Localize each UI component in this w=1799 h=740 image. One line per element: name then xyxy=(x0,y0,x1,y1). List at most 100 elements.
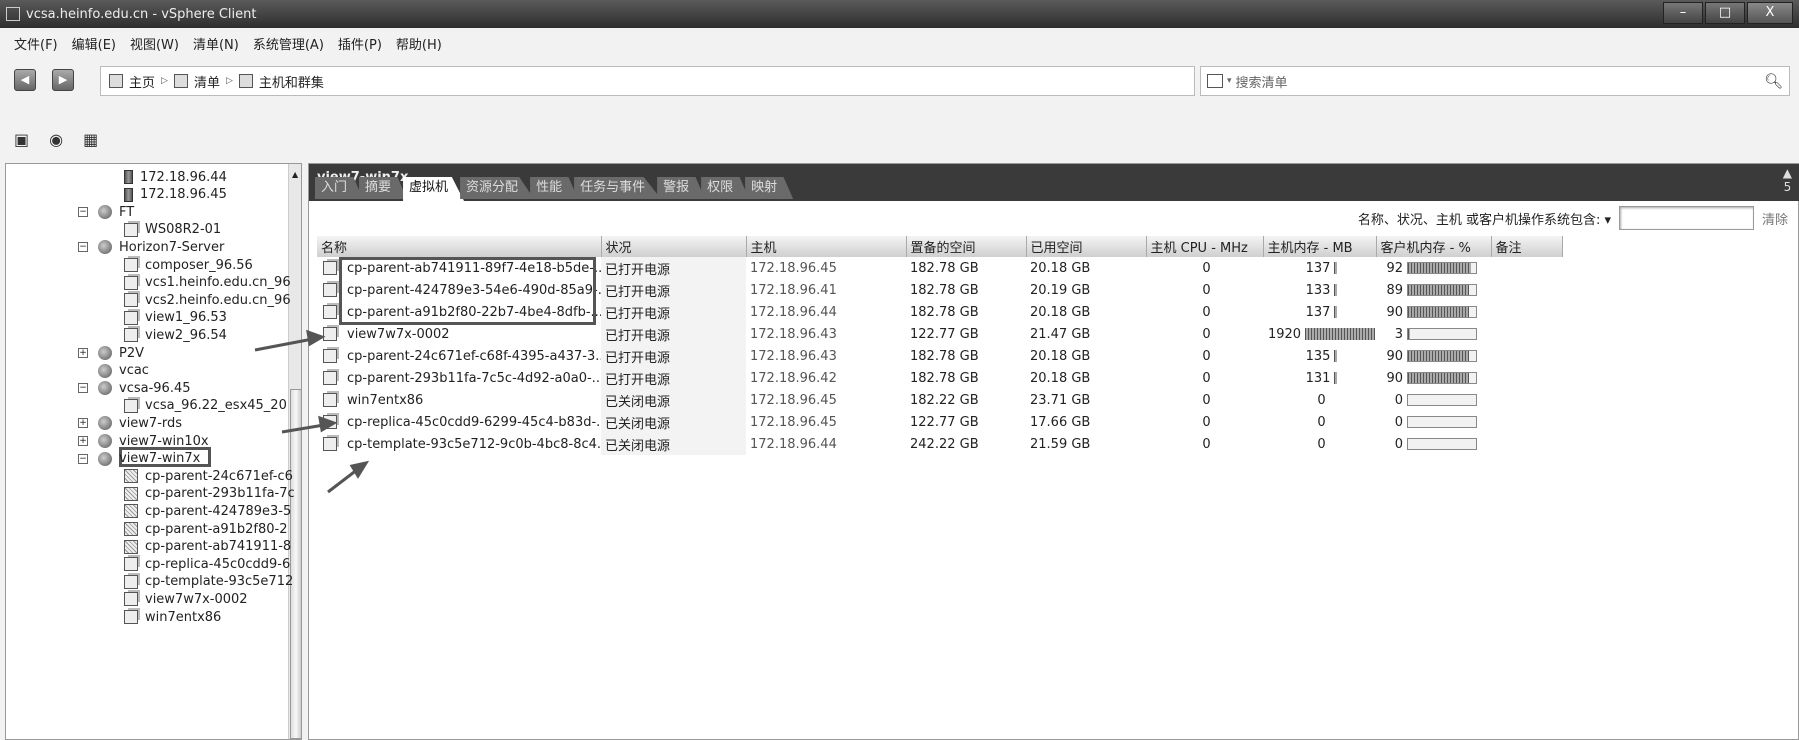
tree-item[interactable]: 172.18.96.44 xyxy=(124,168,227,186)
collapse-icon[interactable]: − xyxy=(78,383,88,394)
guest-memory: 90 xyxy=(1386,348,1403,364)
search-inventory-input[interactable]: ▾ 搜索清单 🔍︎ xyxy=(1200,66,1790,96)
add-host-icon[interactable]: ▣ xyxy=(14,130,29,149)
back-button[interactable]: ◀ xyxy=(14,69,36,91)
tree-item[interactable]: cp-template-93c5e712 xyxy=(124,573,293,591)
alert-indicator[interactable]: ▲ 5 xyxy=(1783,166,1792,194)
forward-button[interactable]: ▶ xyxy=(52,69,74,91)
collapse-icon[interactable]: − xyxy=(78,453,88,464)
tab-4[interactable]: 性能 xyxy=(530,177,579,199)
tree-item[interactable]: view7-rds xyxy=(98,414,182,432)
menu-administration[interactable]: 系统管理(A) xyxy=(253,34,324,53)
tab-8[interactable]: 映射 xyxy=(745,177,794,199)
tree-item[interactable]: view7-win7x xyxy=(98,450,200,468)
resource-pool-icon xyxy=(98,363,112,378)
close-button[interactable]: X xyxy=(1747,2,1793,24)
search-scope-dropdown-icon[interactable] xyxy=(1207,74,1223,88)
tab-6[interactable]: 警报 xyxy=(657,177,706,199)
table-row[interactable]: view7w7x-0002 已打开电源 172.18.96.43 122.77 … xyxy=(317,323,1562,345)
clear-link[interactable]: 清除 xyxy=(1762,209,1788,228)
menu-plugins[interactable]: 插件(P) xyxy=(338,34,382,53)
tree-item[interactable]: vcsa_96.22_esx45_20 xyxy=(124,397,287,415)
template-icon xyxy=(124,469,138,484)
host-memory: 131 xyxy=(1305,370,1331,386)
host-icon xyxy=(124,187,133,202)
tree-scrollbar[interactable]: ▲ xyxy=(288,164,301,739)
add-pool-icon[interactable]: ◉ xyxy=(49,130,63,149)
provisioned-space: 182.78 GB xyxy=(910,370,979,386)
breadcrumb-inventory[interactable]: 清单 xyxy=(194,72,220,91)
tab-5[interactable]: 任务与事件 xyxy=(574,177,662,199)
add-cluster-icon[interactable]: ▦ xyxy=(83,130,98,149)
collapse-icon[interactable]: − xyxy=(78,207,88,218)
tree-item[interactable]: composer_96.56 xyxy=(124,256,253,274)
column-header[interactable]: 主机 CPU - MHz xyxy=(1146,236,1264,257)
table-row[interactable]: cp-parent-293b11fa-7c5c-4d92-a0a0-... 已打… xyxy=(317,367,1562,389)
tree-item[interactable]: view1_96.53 xyxy=(124,309,227,327)
breadcrumb-hosts-clusters[interactable]: 主机和群集 xyxy=(259,72,324,91)
menu-edit[interactable]: 编辑(E) xyxy=(72,34,116,53)
maximize-button[interactable]: □ xyxy=(1705,2,1745,24)
tree-item[interactable]: vcs1.heinfo.edu.cn_96 xyxy=(124,274,291,292)
tab-1[interactable]: 摘要 xyxy=(359,177,408,199)
guest-memory-bar xyxy=(1407,328,1477,340)
tree-item[interactable]: cp-parent-424789e3-5 xyxy=(124,502,291,520)
menu-help[interactable]: 帮助(H) xyxy=(396,34,442,53)
tree-item[interactable]: view2_96.54 xyxy=(124,326,227,344)
menu-view[interactable]: 视图(W) xyxy=(130,34,179,53)
column-header[interactable]: 备注 xyxy=(1491,236,1563,257)
resource-pool-icon xyxy=(98,451,112,466)
tree-item[interactable]: vcsa-96.45 xyxy=(98,379,191,397)
search-icon[interactable]: 🔍︎ xyxy=(1764,72,1783,90)
tree-item[interactable]: FT xyxy=(98,203,134,221)
scrollbar-thumb[interactable] xyxy=(290,389,301,739)
tree-item[interactable]: cp-parent-24c671ef-c6 xyxy=(124,467,293,485)
tree-item[interactable]: vcac xyxy=(98,362,149,380)
tree-item[interactable]: Horizon7-Server xyxy=(98,238,224,256)
minimize-button[interactable]: – xyxy=(1663,2,1703,24)
tree-item[interactable]: cp-parent-ab741911-8 xyxy=(124,538,291,556)
table-row[interactable]: cp-parent-24c671ef-c68f-4395-a437-3... 已… xyxy=(317,345,1562,367)
collapse-icon[interactable]: − xyxy=(78,242,88,253)
filter-input[interactable] xyxy=(1618,206,1754,230)
table-row[interactable]: win7entx86 已关闭电源 172.18.96.45 182.22 GB … xyxy=(317,389,1562,411)
tab-2[interactable]: 虚拟机 xyxy=(403,177,465,201)
tab-3[interactable]: 资源分配 xyxy=(460,177,535,199)
column-header[interactable]: 已用空间 xyxy=(1026,236,1147,257)
breadcrumb-home[interactable]: 主页 xyxy=(129,72,155,91)
vm-icon xyxy=(124,328,138,343)
table-row[interactable]: cp-template-93c5e712-9c0b-4bc8-8c4... 已关… xyxy=(317,433,1562,455)
menu-inventory[interactable]: 清单(N) xyxy=(193,34,239,53)
expand-icon[interactable]: + xyxy=(78,348,88,358)
tree-item[interactable]: view7-win10x xyxy=(98,432,209,450)
vm-host: 172.18.96.43 xyxy=(750,326,837,342)
expand-icon[interactable]: + xyxy=(78,436,88,446)
tree-item[interactable]: P2V xyxy=(98,344,144,362)
tree-item[interactable]: cp-replica-45c0cdd9-6 xyxy=(124,555,290,573)
column-header[interactable]: 主机 xyxy=(746,236,907,257)
breadcrumb-separator-icon: ▷ xyxy=(161,76,168,86)
tree-item[interactable]: 172.18.96.45 xyxy=(124,186,227,204)
expand-icon[interactable]: + xyxy=(78,418,88,429)
tree-item[interactable]: win7entx86 xyxy=(124,608,221,626)
host-memory: 0 xyxy=(1317,436,1326,452)
column-header[interactable]: 置备的空间 xyxy=(906,236,1027,257)
tree-item[interactable]: view7w7x-0002 xyxy=(124,590,248,608)
column-header[interactable]: 名称 xyxy=(317,236,602,257)
tab-7[interactable]: 权限 xyxy=(701,177,750,199)
column-header[interactable]: 状况 xyxy=(601,236,747,257)
tab-0[interactable]: 入门 xyxy=(315,177,364,199)
column-header[interactable]: 客户机内存 - % xyxy=(1376,236,1492,257)
menu-file[interactable]: 文件(F) xyxy=(14,34,58,53)
scroll-up-icon[interactable]: ▲ xyxy=(292,170,298,179)
tree-item[interactable]: cp-parent-a91b2f80-2 xyxy=(124,520,288,538)
tree-item[interactable]: vcs2.heinfo.edu.cn_96 xyxy=(124,291,291,309)
table-row[interactable]: cp-replica-45c0cdd9-6299-45c4-b83d-... 已… xyxy=(317,411,1562,433)
tree-item-label: cp-parent-ab741911-8 xyxy=(145,539,292,555)
column-header[interactable]: 主机内存 - MB xyxy=(1263,236,1377,257)
tree-item[interactable]: cp-parent-293b11fa-7c xyxy=(124,485,295,503)
host-memory: 1920 xyxy=(1267,326,1302,342)
vm-icon xyxy=(124,398,138,413)
tree-item[interactable]: WS08R2-01 xyxy=(124,221,221,239)
filter-label[interactable]: 名称、状况、主机 或客户机操作系统包含: ▾ xyxy=(1358,209,1611,228)
